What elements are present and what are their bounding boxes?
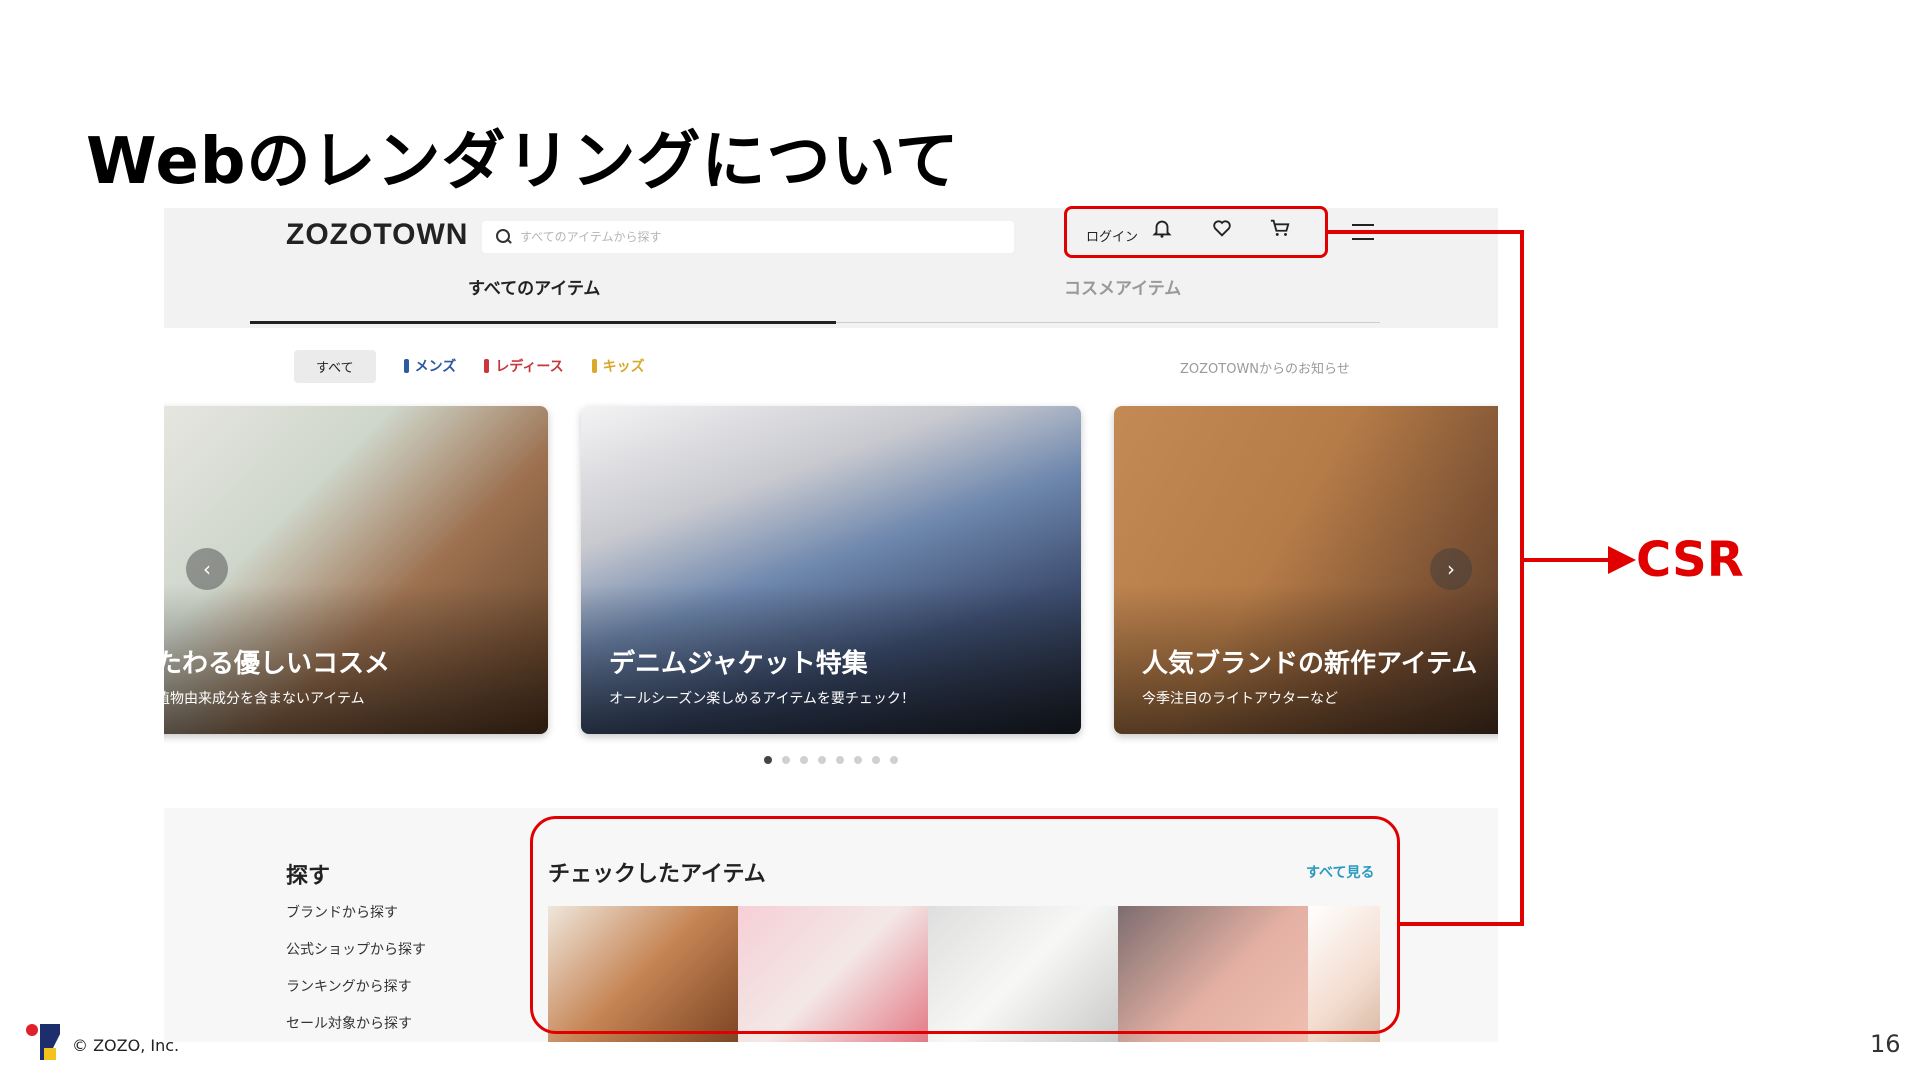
zozo-logo-icon xyxy=(26,1024,60,1060)
carousel-dot[interactable] xyxy=(890,756,898,764)
active-tab-indicator xyxy=(250,321,836,324)
site-logo[interactable]: ZOZOTOWN xyxy=(286,218,468,252)
banner-title: 人気ブランドの新作アイテム xyxy=(1142,649,1478,679)
carousel-dot[interactable] xyxy=(782,756,790,764)
arrow-right-icon xyxy=(1608,546,1636,574)
tab-all-items[interactable]: すべてのアイテム xyxy=(468,274,600,299)
ladies-icon xyxy=(484,359,490,373)
men-icon xyxy=(403,359,409,373)
carousel-dot[interactable] xyxy=(818,756,826,764)
filter-men-label: メンズ xyxy=(414,359,457,375)
chevron-left-icon: ‹ xyxy=(203,557,211,581)
carousel-dot[interactable] xyxy=(800,756,808,764)
browse-link-shop[interactable]: 公式ショップから探す xyxy=(286,939,426,959)
search-icon xyxy=(496,229,512,245)
notice-link[interactable]: ZOZOTOWNからのお知らせ xyxy=(1180,358,1350,377)
banner-title: たわる優しいコスメ xyxy=(164,649,391,679)
connector-line xyxy=(1520,558,1612,562)
banner-subtitle: オールシーズン楽しめるアイテムを要チェック！ xyxy=(609,691,915,707)
connector-line xyxy=(1328,230,1524,234)
carousel-dot[interactable] xyxy=(872,756,880,764)
banner-subtitle: 植物由来成分を含まないアイテム xyxy=(164,691,365,707)
carousel-next-button[interactable]: › xyxy=(1430,548,1472,590)
carousel-prev-button[interactable]: ‹ xyxy=(186,548,228,590)
gender-filters: すべて メンズ レディース キッズ xyxy=(294,349,645,383)
filter-kids[interactable]: キッズ xyxy=(591,356,645,376)
filter-ladies-label: レディース xyxy=(495,359,564,375)
browse-title: 探す xyxy=(286,864,331,889)
slide-title: Webのレンダリングについて xyxy=(86,125,960,199)
filter-ladies[interactable]: レディース xyxy=(484,356,564,376)
carousel-dot[interactable] xyxy=(764,756,772,764)
filter-all[interactable]: すべて xyxy=(294,349,376,383)
browse-link-ranking[interactable]: ランキングから探す xyxy=(286,976,412,996)
chevron-right-icon: › xyxy=(1447,557,1455,581)
page-number: 16 xyxy=(1870,1030,1901,1058)
csr-label: CSR xyxy=(1636,532,1744,588)
carousel-dots xyxy=(764,756,908,764)
carousel-dot[interactable] xyxy=(854,756,862,764)
tab-divider xyxy=(836,322,1380,323)
csr-highlight-header xyxy=(1064,206,1328,258)
browse-link-brand[interactable]: ブランドから探す xyxy=(286,902,398,922)
kids-icon xyxy=(591,359,597,373)
search-input[interactable] xyxy=(520,230,1000,244)
filter-kids-label: キッズ xyxy=(602,359,645,375)
banner-denim[interactable]: デニムジャケット特集 オールシーズン楽しめるアイテムを要チェック！ xyxy=(581,406,1081,734)
banner-subtitle: 今季注目のライトアウターなど xyxy=(1142,691,1338,707)
copyright: © ZOZO, Inc. xyxy=(72,1036,180,1055)
banner-title: デニムジャケット特集 xyxy=(609,649,868,679)
carousel-dot[interactable] xyxy=(836,756,844,764)
tab-cosme-items[interactable]: コスメアイテム xyxy=(1064,274,1181,299)
connector-line xyxy=(1520,230,1524,926)
browse-link-sale[interactable]: セール対象から探す xyxy=(286,1013,412,1033)
filter-men[interactable]: メンズ xyxy=(403,356,457,376)
connector-line xyxy=(1400,922,1524,926)
csr-highlight-checked-items xyxy=(530,816,1400,1034)
search-bar[interactable] xyxy=(482,221,1014,253)
